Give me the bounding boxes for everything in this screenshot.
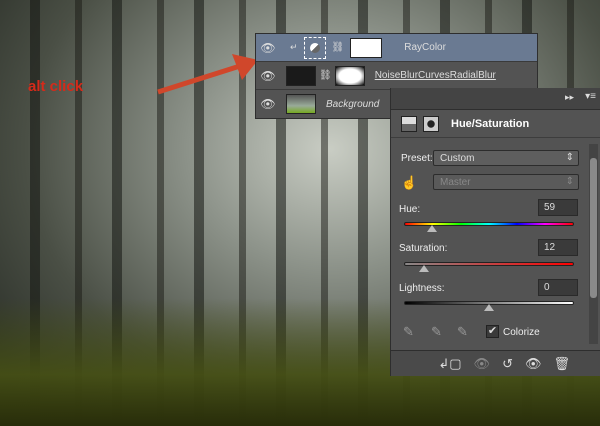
colorize-label: Colorize xyxy=(503,327,540,338)
trash-icon[interactable]: 🗑 xyxy=(553,356,570,372)
lightness-slider-handle[interactable] xyxy=(484,304,494,311)
saturation-label: Saturation: xyxy=(399,243,448,254)
adjustment-icon[interactable] xyxy=(401,115,417,132)
eyedropper-plus-icon[interactable]: ✎ xyxy=(431,324,442,340)
visibility-icon[interactable]: 👁 xyxy=(525,356,542,372)
layer-raycolor[interactable]: 👁 ↵ ⛓ RayColor xyxy=(256,34,537,62)
channel-value: Master xyxy=(440,177,471,188)
layer-name: RayColor xyxy=(404,42,446,53)
reset-icon[interactable]: ↺ xyxy=(502,356,513,372)
collapse-icon[interactable]: ▸▸ xyxy=(565,92,574,103)
mask-thumbnail[interactable] xyxy=(350,37,383,58)
panel-title: Hue/Saturation xyxy=(451,117,530,130)
mask-thumbnail[interactable] xyxy=(334,65,365,86)
saturation-slider-handle[interactable] xyxy=(419,265,429,272)
layer-name: NoiseBlurCurvesRadialBlur xyxy=(374,70,496,81)
lightness-label: Lightness: xyxy=(399,283,445,294)
eyedropper-minus-icon[interactable]: ✎ xyxy=(457,324,468,340)
preset-value: Custom xyxy=(440,153,475,164)
link-icon[interactable]: ⛓ xyxy=(332,42,345,53)
preset-select[interactable]: Custom ⇕ xyxy=(433,150,579,166)
link-icon[interactable]: ⛓ xyxy=(319,70,332,81)
arrow-icon xyxy=(157,54,258,95)
layer-thumbnail[interactable] xyxy=(286,65,316,86)
adjustment-icon xyxy=(303,36,326,59)
hue-label: Hue: xyxy=(399,204,421,215)
clip-icon: ↵ xyxy=(290,42,298,52)
menu-icon[interactable]: ▾≡ xyxy=(585,91,596,102)
properties-panel: ▸▸ ▾≡ Hue/Saturation Preset: Custom ⇕ ☝ M… xyxy=(390,88,600,376)
saturation-slider[interactable] xyxy=(404,262,574,266)
layer-thumbnail[interactable] xyxy=(286,94,316,114)
preset-label: Preset: xyxy=(401,153,433,164)
eye-icon[interactable]: 👁 xyxy=(256,41,280,55)
view-previous-icon[interactable]: 👁 xyxy=(474,356,491,372)
layer-noiseblur[interactable]: 👁 ⛓ NoiseBlurCurvesRadialBlur xyxy=(256,62,537,90)
hue-slider-handle[interactable] xyxy=(427,225,437,232)
properties-toolbar: ↲▢ 👁 ↺ 👁 🗑 xyxy=(391,350,600,376)
colorize-checkbox[interactable]: ✔ xyxy=(486,325,499,338)
eyedropper-icon[interactable]: ✎ xyxy=(403,324,414,340)
hand-tool-icon[interactable]: ☝ xyxy=(401,175,417,191)
eye-icon[interactable]: 👁 xyxy=(256,69,280,83)
annotation-alt-click: alt click xyxy=(28,78,84,95)
scrollbar-thumb[interactable] xyxy=(590,158,597,298)
hue-input[interactable]: 59 xyxy=(538,199,578,216)
saturation-input[interactable]: 12 xyxy=(538,239,578,256)
clip-to-layer-icon[interactable]: ↲▢ xyxy=(438,356,461,372)
mask-icon[interactable] xyxy=(423,115,439,132)
channel-select[interactable]: Master ⇕ xyxy=(433,174,579,190)
layer-name: Background xyxy=(326,98,380,110)
eye-icon[interactable]: 👁 xyxy=(256,97,280,111)
panel-header: ▸▸ ▾≡ xyxy=(391,88,600,110)
lightness-input[interactable]: 0 xyxy=(538,279,578,296)
